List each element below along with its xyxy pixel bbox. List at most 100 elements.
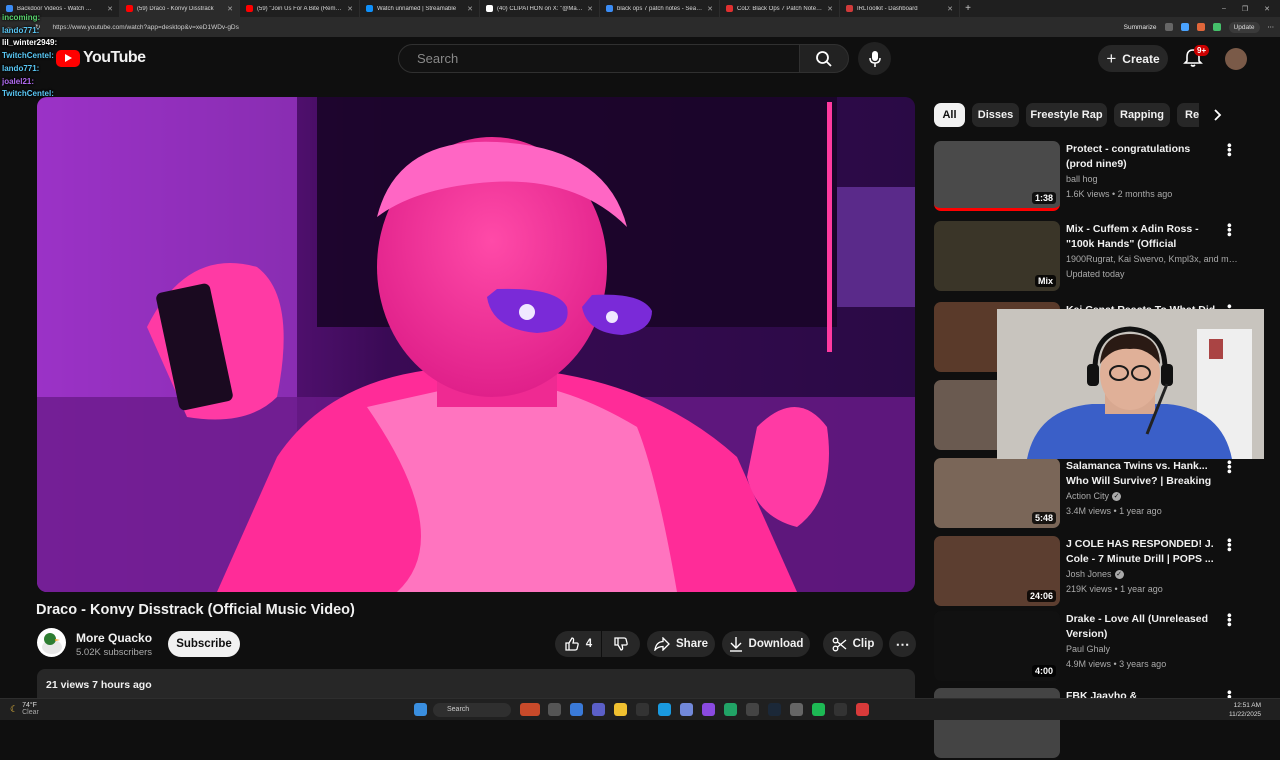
minimize-icon[interactable]: – [1222,5,1226,13]
tab-close-icon[interactable]: ✕ [587,5,593,13]
video-player[interactable] [37,97,915,592]
channel-name[interactable]: More Quacko [76,631,152,645]
tab-close-icon[interactable]: ✕ [947,5,953,13]
tab-close-icon[interactable]: ✕ [707,5,713,13]
discord-icon[interactable] [680,703,693,716]
channel-avatar[interactable] [37,628,66,657]
browser-tab[interactable]: (59) "Join Us For A Bite (Remaste... ✕ [240,0,360,17]
summarize-button[interactable]: Summarize [1124,24,1157,31]
more-vertical-icon[interactable]: ••• [1222,143,1237,157]
url-field[interactable]: https://www.youtube.com/watch?app=deskto… [48,20,1115,34]
youtube-logo[interactable]: YouTube [56,49,146,67]
recommended-video[interactable]: 5:48 Salamanca Twins vs. Hank... Who Will… [934,458,1274,530]
app-icon[interactable] [746,703,759,716]
search-button[interactable] [799,44,849,73]
subscribe-button[interactable]: Subscribe [168,631,240,657]
recommended-video[interactable]: 1:38 Protect - congratulations (prod nine… [934,141,1274,213]
chip-partial[interactable]: Re [1177,103,1199,127]
task-view-icon[interactable] [548,703,561,716]
chip-disses[interactable]: Disses [972,103,1019,127]
recommended-channel[interactable]: ball hog [1066,174,1241,184]
browser-tab[interactable]: IRLToolkit - Dashboard ✕ [840,0,960,17]
verified-icon: ✓ [1114,570,1124,580]
system-clock[interactable]: 12:51 AM 11/22/2025 [1229,701,1261,719]
browser-tab[interactable]: (59) Draco - Konvy Disstrack ✕ [120,0,240,17]
tab-favicon-icon [726,5,733,12]
extension-icon[interactable] [1196,23,1205,31]
chip-rapping[interactable]: Rapping [1114,103,1170,127]
share-button[interactable]: Share [647,631,715,657]
recommended-video-title[interactable]: Salamanca Twins vs. Hank... Who Will Sur… [1066,459,1216,489]
clip-button[interactable]: Clip [823,631,883,657]
edge-icon[interactable] [658,703,671,716]
like-button[interactable]: 4 [555,631,601,657]
dislike-button[interactable] [602,631,640,657]
close-window-icon[interactable]: ✕ [1264,5,1270,13]
maximize-icon[interactable]: ❐ [1242,5,1248,13]
recommended-meta: Updated today [1066,269,1125,279]
recommended-channel[interactable]: Paul Ghaly [1066,644,1241,654]
more-vertical-icon[interactable]: ••• [1222,223,1237,237]
browser-tab[interactable]: CoD: Black Ops 7 Patch Notes De... ✕ [720,0,840,17]
tab-close-icon[interactable]: ✕ [347,5,353,13]
file-explorer-icon[interactable] [614,703,627,716]
recommended-channel[interactable]: Josh Jones ✓ [1066,569,1241,580]
recommended-video[interactable]: 4:00 Drake - Love All (Unreleased Version… [934,611,1274,683]
extension-icon[interactable] [1212,23,1221,31]
recommended-video-title[interactable]: Mix - Cuffem x Adin Ross - "100k Hands" … [1066,222,1216,252]
more-vertical-icon[interactable]: ••• [1222,613,1237,627]
video-thumbnail[interactable]: 1:38 [934,141,1060,211]
tab-close-icon[interactable]: ✕ [107,5,113,13]
new-tab-button[interactable]: + [960,3,976,14]
teams-icon[interactable] [592,703,605,716]
settings-icon[interactable] [790,703,803,716]
recommended-video-title[interactable]: J COLE HAS RESPONDED! J. Cole - 7 Minute… [1066,537,1216,567]
create-label: Create [1122,51,1160,66]
more-vertical-icon[interactable]: ••• [1222,538,1237,552]
app-icon[interactable] [702,703,715,716]
tab-close-icon[interactable]: ✕ [227,5,233,13]
chevron-right-icon[interactable] [1210,108,1224,122]
extension-icon[interactable] [1180,23,1189,31]
video-thumbnail[interactable]: Mix [934,221,1060,291]
app-icon[interactable] [636,703,649,716]
more-vertical-icon[interactable]: ••• [1222,460,1237,474]
recommended-video[interactable]: Mix Mix - Cuffem x Adin Ross - "100k Hand… [934,221,1274,293]
weather-widget[interactable]: ☾ 74°F Clear [10,702,39,716]
search-input[interactable]: Search [398,44,800,73]
excel-icon[interactable] [724,703,737,716]
tab-close-icon[interactable]: ✕ [827,5,833,13]
chat-message: TwitchCentel: [2,50,57,63]
more-actions-button[interactable]: ⋯ [889,631,916,657]
recommended-video-title[interactable]: Drake - Love All (Unreleased Version) [1066,612,1216,642]
create-button[interactable]: + Create [1098,45,1168,72]
app-icon[interactable] [834,703,847,716]
spotify-icon[interactable] [812,703,825,716]
recommended-video[interactable]: 24:06 J COLE HAS RESPONDED! J. Cole - 7 M… [934,536,1274,608]
recommended-channel[interactable]: Action City ✓ [1066,491,1241,502]
browser-tab[interactable]: Watch unnamed | Streamable ✕ [360,0,480,17]
download-button[interactable]: Download [722,631,810,657]
description-box[interactable]: 21 views 7 hours ago [37,669,915,699]
account-avatar[interactable] [1225,48,1247,70]
recommended-channel[interactable]: 1900Rugrat, Kai Swervo, Kmpl3x, and mo..… [1066,254,1241,264]
obs-icon[interactable] [856,703,869,716]
video-thumbnail[interactable]: 4:00 [934,611,1060,681]
chip-freestyle-rap[interactable]: Freestyle Rap [1026,103,1107,127]
extension-icon[interactable] [1164,23,1173,31]
menu-icon[interactable]: ⋯ [1268,23,1275,31]
widget-icon[interactable] [520,703,540,716]
voice-search-button[interactable] [858,42,891,75]
recommended-video-title[interactable]: Protect - congratulations (prod nine9) [1066,142,1216,172]
chip-all[interactable]: All [934,103,965,127]
update-button[interactable]: Update [1228,21,1260,33]
video-thumbnail[interactable]: 24:06 [934,536,1060,606]
steam-icon[interactable] [768,703,781,716]
browser-tab[interactable]: (40) CLIPATHON on X: "@Markyh... ✕ [480,0,600,17]
taskbar-search[interactable]: Search [433,703,511,717]
copilot-icon[interactable] [570,703,583,716]
browser-tab[interactable]: black ops 7 patch notes - Search ✕ [600,0,720,17]
windows-start-icon[interactable] [414,703,427,716]
video-thumbnail[interactable]: 5:48 [934,458,1060,528]
tab-close-icon[interactable]: ✕ [467,5,473,13]
